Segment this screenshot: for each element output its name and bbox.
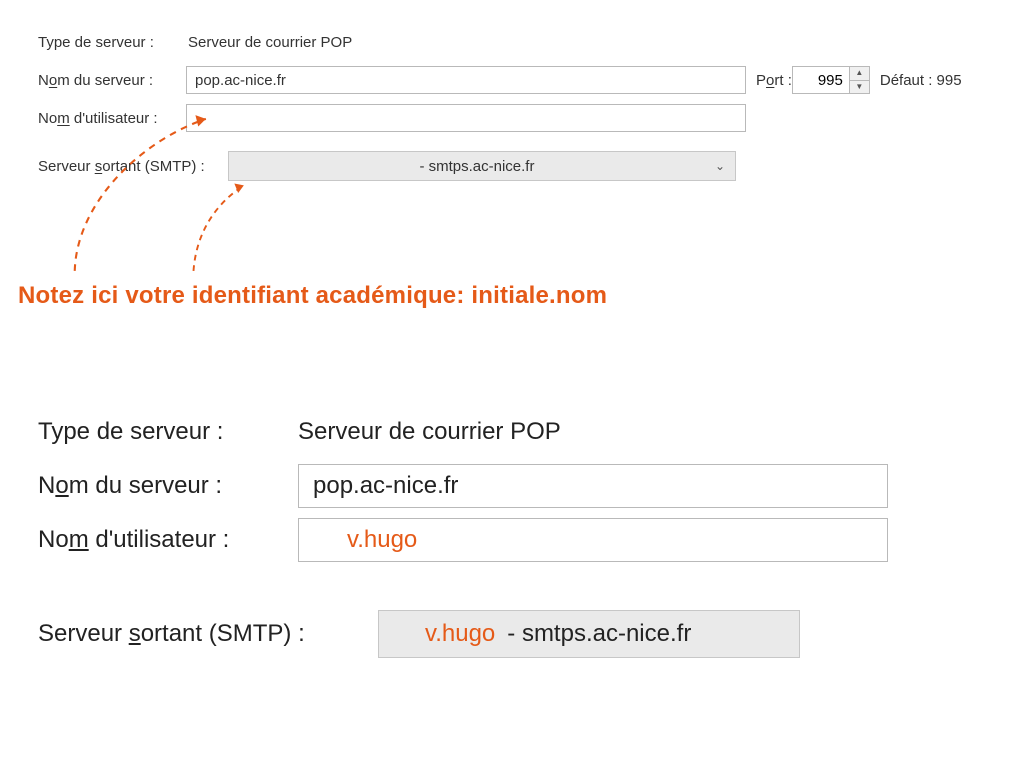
- username-label: Nom d'utilisateur :: [38, 110, 186, 127]
- username-label-b: Nom d'utilisateur :: [38, 526, 298, 554]
- server-name-label: Nom du serveur :: [38, 72, 186, 89]
- server-type-value-b: Serveur de courrier POP: [298, 418, 561, 446]
- username-row-b: Nom d'utilisateur :: [38, 518, 958, 562]
- server-name-input-b[interactable]: [298, 464, 888, 508]
- server-name-row: Nom du serveur : Port : ▲ ▼ Défaut : 995: [38, 65, 1006, 95]
- server-type-label: Type de serveur :: [38, 34, 186, 51]
- server-name-row-b: Nom du serveur :: [38, 464, 958, 508]
- port-step-down-icon[interactable]: ▼: [850, 81, 869, 94]
- server-name-input[interactable]: [186, 66, 746, 94]
- smtp-select-b[interactable]: v.hugo - smtps.ac-nice.fr: [378, 610, 800, 658]
- smtp-label-b: Serveur sortant (SMTP) :: [38, 620, 378, 648]
- settings-panel-bottom: Type de serveur : Serveur de courrier PO…: [38, 410, 958, 668]
- server-name-label-b: Nom du serveur :: [38, 472, 298, 500]
- username-input-b[interactable]: [298, 518, 888, 562]
- port-step-up-icon[interactable]: ▲: [850, 67, 869, 81]
- smtp-row-b: Serveur sortant (SMTP) : v.hugo - smtps.…: [38, 610, 958, 658]
- chevron-down-icon: ⌄: [715, 159, 725, 173]
- username-row: Nom d'utilisateur :: [38, 103, 1006, 133]
- smtp-select-text: - smtps.ac-nice.fr: [239, 158, 715, 175]
- smtp-row: Serveur sortant (SMTP) : - smtps.ac-nice…: [38, 151, 1006, 181]
- smtp-rest-value-b: - smtps.ac-nice.fr: [507, 620, 691, 648]
- port-input[interactable]: [792, 66, 850, 94]
- settings-panel-top: Type de serveur : Serveur de courrier PO…: [38, 27, 1006, 189]
- server-type-value: Serveur de courrier POP: [186, 34, 352, 51]
- smtp-label: Serveur sortant (SMTP) :: [38, 158, 228, 175]
- username-input[interactable]: [186, 104, 746, 132]
- server-type-label-b: Type de serveur :: [38, 418, 298, 446]
- instruction-annotation: Notez ici votre identifiant académique: …: [18, 282, 607, 310]
- default-port-label: Défaut : 995: [880, 72, 962, 89]
- smtp-user-value-b: v.hugo: [425, 620, 495, 648]
- smtp-select[interactable]: - smtps.ac-nice.fr ⌄: [228, 151, 736, 181]
- server-type-row-b: Type de serveur : Serveur de courrier PO…: [38, 410, 958, 454]
- port-stepper[interactable]: ▲ ▼: [850, 66, 870, 94]
- server-type-row: Type de serveur : Serveur de courrier PO…: [38, 27, 1006, 57]
- port-label: Port :: [756, 72, 792, 89]
